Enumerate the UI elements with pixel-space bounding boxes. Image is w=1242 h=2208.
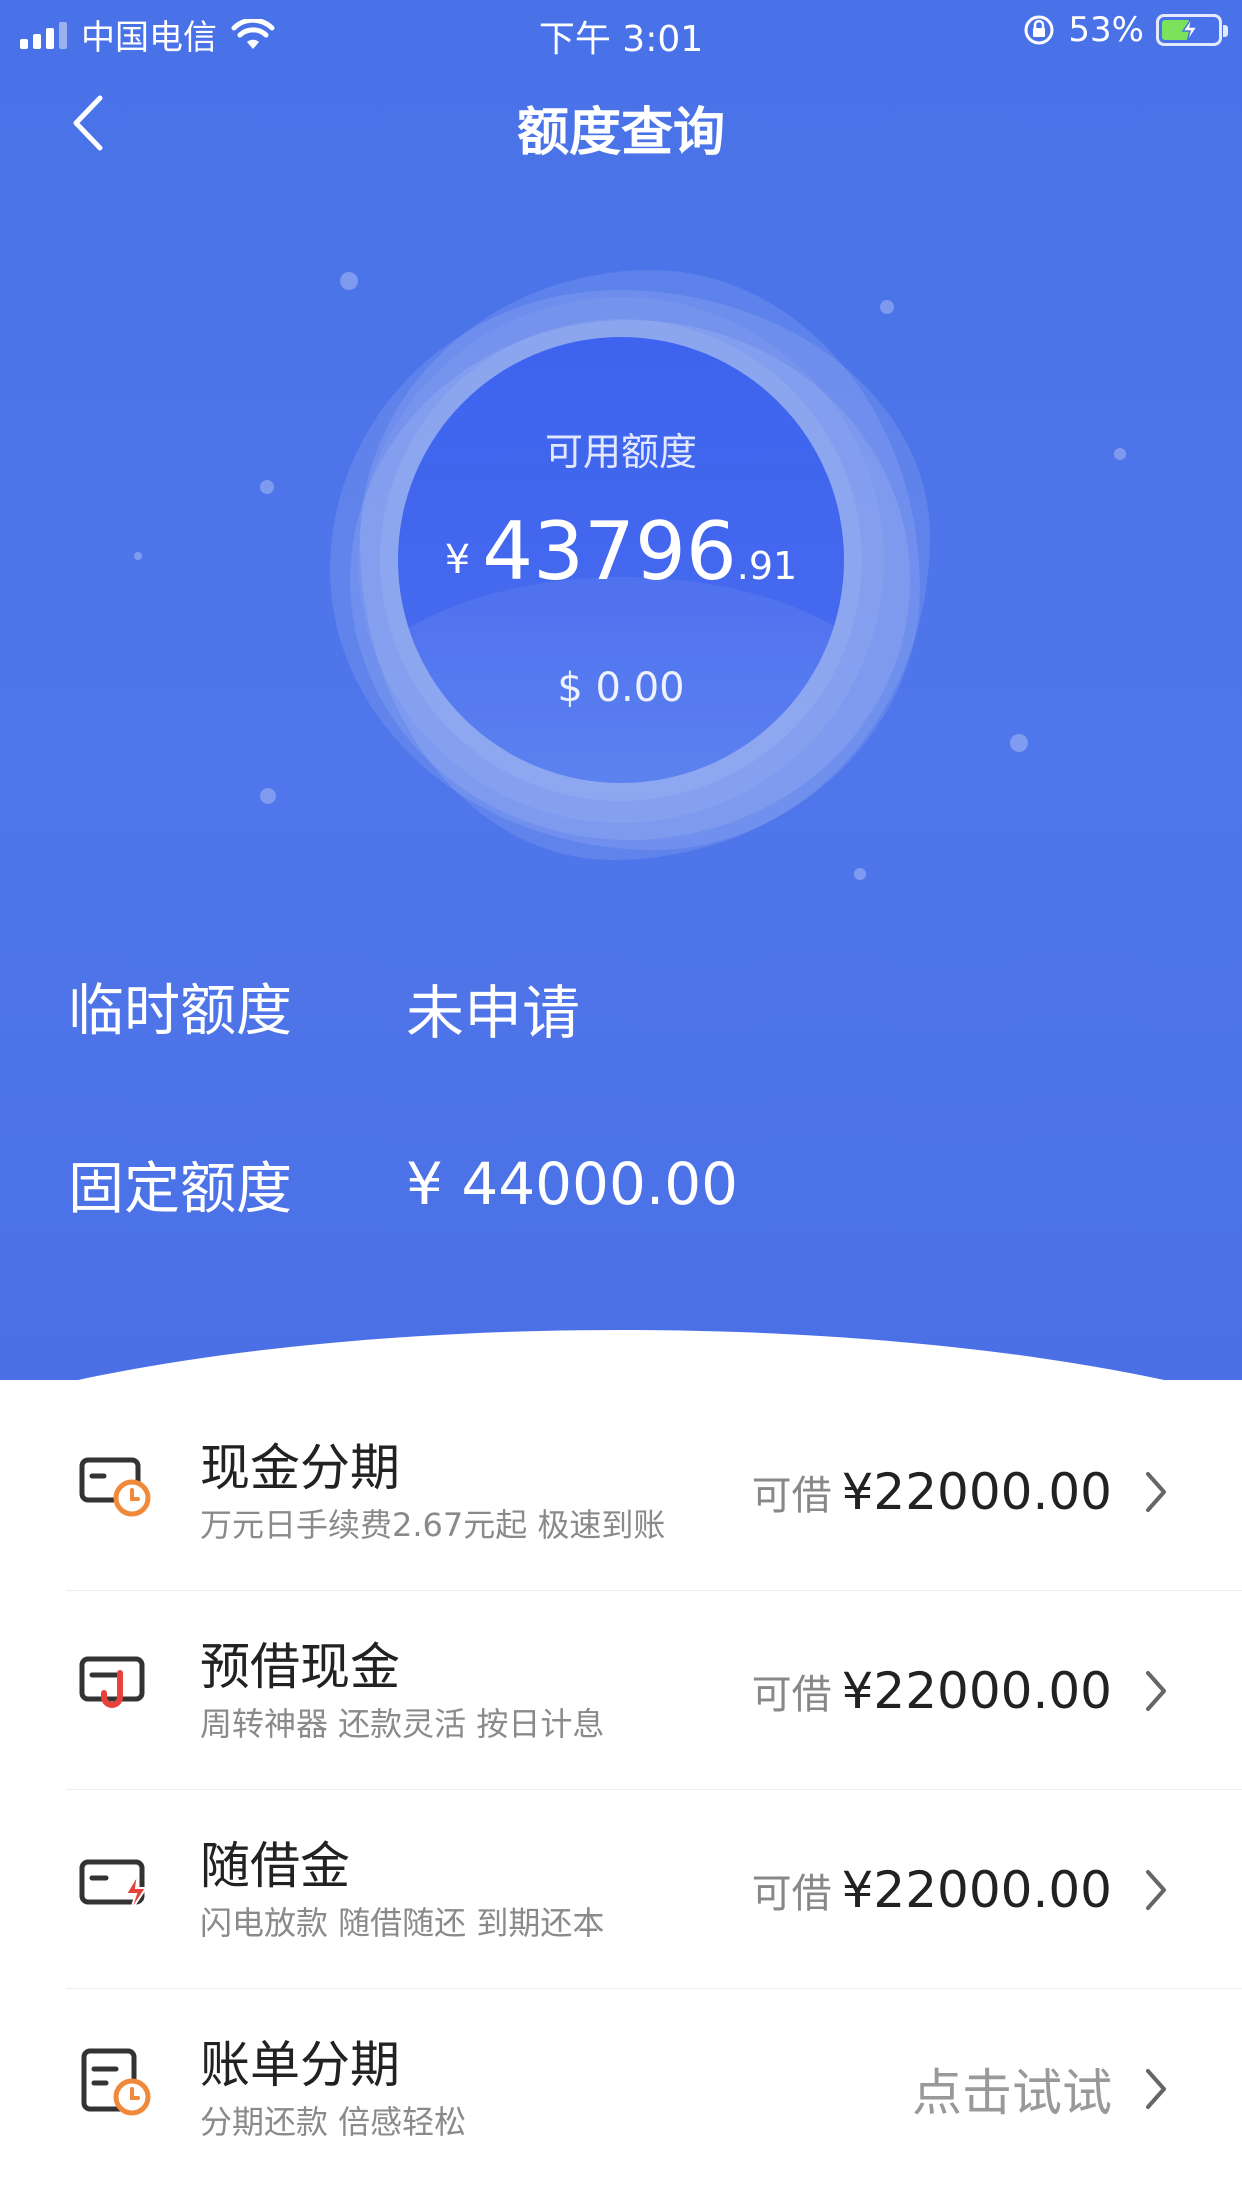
item-title: 现金分期 — [200, 1439, 400, 1497]
decor-dot — [340, 272, 358, 290]
borrowable-label: 可借 — [751, 1472, 832, 1519]
fixed-quota-value: ¥ 44000.00 — [406, 1150, 739, 1218]
available-balance-label: 可用额度 — [544, 430, 697, 474]
decor-dot — [134, 552, 142, 560]
list-item-bill-installment[interactable]: 账单分期 分期还款 倍感轻松 点击试试 — [66, 1989, 1242, 2188]
decor-dot — [1114, 448, 1126, 460]
item-subtitle: 闪电放款 随借随还 到期还本 — [200, 1904, 605, 1942]
borrowable-amount: ¥22000.00 — [841, 1462, 1112, 1521]
temporary-quota-label: 临时额度 — [68, 979, 292, 1044]
usd-balance: $ 0.00 — [557, 665, 685, 711]
temporary-quota-value[interactable]: 未申请 — [406, 966, 580, 1050]
chevron-right-icon — [1146, 1670, 1166, 1711]
chevron-right-icon — [1146, 1869, 1166, 1910]
navigation-bar: 额度查询 — [0, 62, 1242, 182]
available-balance-circle: 可用额度 ¥43796.91 $ 0.00 — [398, 337, 844, 783]
chevron-right-icon — [1146, 1471, 1166, 1512]
battery-charging-icon — [1156, 14, 1228, 46]
chevron-right-icon — [1146, 2068, 1166, 2109]
bill-clock-icon — [81, 2048, 151, 2116]
orientation-lock-icon — [1024, 15, 1054, 45]
item-title: 随借金 — [200, 1837, 350, 1895]
status-bar: 中国电信 下午 3:01 53% — [0, 0, 1242, 62]
balance-integer: 43796 — [482, 505, 737, 598]
item-subtitle: 分期还款 倍感轻松 — [200, 2103, 467, 2141]
list-item-cash-advance[interactable]: 预借现金 周转神器 还款灵活 按日计息 可借 ¥22000.00 — [66, 1591, 1242, 1790]
list-item-flexible-loan[interactable]: 随借金 闪电放款 随借随还 到期还本 可借 ¥22000.00 — [66, 1790, 1242, 1989]
borrowable-label: 可借 — [751, 1870, 832, 1917]
item-subtitle: 万元日手续费2.67元起 极速到账 — [200, 1506, 666, 1544]
product-list: 现金分期 万元日手续费2.67元起 极速到账 可借 ¥22000.00 预借现金… — [0, 1392, 1242, 2188]
hero-curve — [0, 1330, 1242, 1380]
card-hook-icon — [79, 1656, 145, 1708]
list-item-cash-installment[interactable]: 现金分期 万元日手续费2.67元起 极速到账 可借 ¥22000.00 — [66, 1392, 1242, 1591]
currency-symbol: ¥ — [444, 537, 471, 583]
try-it-link[interactable]: 点击试试 — [912, 2053, 1112, 2125]
item-subtitle: 周转神器 还款灵活 按日计息 — [200, 1705, 605, 1743]
fixed-quota-label: 固定额度 — [68, 1157, 292, 1222]
decor-dot — [1010, 734, 1028, 752]
balance-decimal: .91 — [736, 544, 798, 588]
decor-dot — [260, 788, 276, 804]
available-balance-amount: ¥43796.91 — [398, 505, 844, 598]
decor-dot — [260, 480, 274, 494]
card-lightning-icon — [79, 1859, 148, 1913]
item-title: 预借现金 — [200, 1638, 400, 1696]
borrowable-label: 可借 — [751, 1671, 832, 1718]
battery-percent: 53% — [1068, 10, 1144, 50]
hero-background: 可用额度 ¥43796.91 $ 0.00 临时额度 未申请 固定额度 ¥ 44… — [0, 0, 1242, 1380]
page-title: 额度查询 — [516, 103, 725, 163]
decor-dot — [880, 300, 894, 314]
borrowable-amount: ¥22000.00 — [841, 1860, 1112, 1919]
card-clock-icon — [79, 1457, 151, 1517]
item-title: 账单分期 — [200, 2036, 400, 2094]
decor-dot — [854, 868, 866, 880]
borrowable-amount: ¥22000.00 — [841, 1661, 1112, 1720]
